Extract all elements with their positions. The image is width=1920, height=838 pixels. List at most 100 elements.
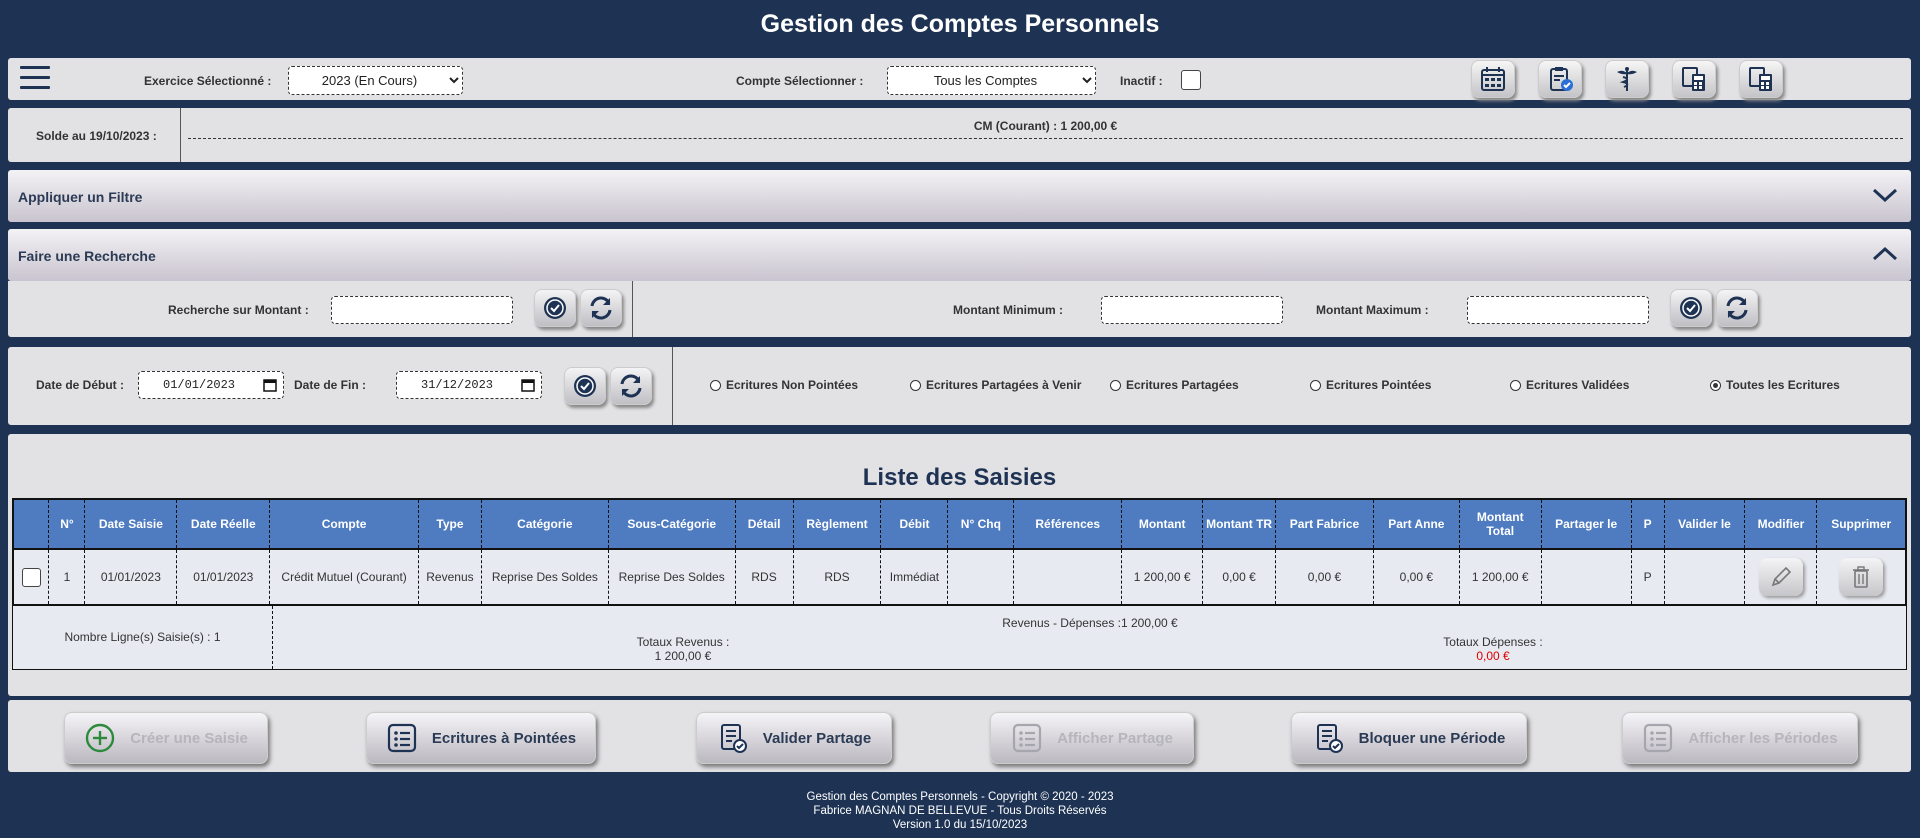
montant-max-input[interactable] xyxy=(1467,296,1649,324)
calendar-icon xyxy=(263,379,277,392)
date-end-value: 31/12/2023 xyxy=(421,378,494,392)
calendar-icon xyxy=(521,379,535,392)
entries-to-check-button[interactable]: Ecritures à Pointées xyxy=(366,712,596,764)
filter-accordion-title: Appliquer un Filtre xyxy=(18,189,143,205)
column-header: Catégorie xyxy=(480,498,609,550)
summary-balance: Revenus - Dépenses :1 200,00 € xyxy=(1002,616,1178,630)
exercice-select[interactable]: 2023 (En Cours) xyxy=(288,66,463,95)
calculator-docs-alt-button[interactable] xyxy=(1739,60,1783,98)
cell-p: P xyxy=(1630,549,1665,606)
radio-toutes[interactable]: Toutes les Ecritures xyxy=(1710,378,1840,392)
date-end-input[interactable]: 31/12/2023 xyxy=(396,371,542,399)
delete-button[interactable] xyxy=(1839,558,1884,596)
row-select-checkbox[interactable] xyxy=(21,567,41,587)
cell-valider-le xyxy=(1663,549,1745,606)
hamburger-menu-icon[interactable] xyxy=(20,66,50,90)
check-circle-icon xyxy=(1680,297,1702,319)
column-header: Partager le xyxy=(1540,498,1632,550)
radio-label: Ecritures Partagées à Venir xyxy=(926,378,1082,392)
column-header: Montant TR xyxy=(1202,498,1276,550)
refresh-icon xyxy=(1726,296,1748,320)
montant-search-input[interactable] xyxy=(331,296,513,324)
cell-type: Revenus xyxy=(417,549,482,606)
show-periods-button[interactable]: Afficher les Périodes xyxy=(1622,712,1858,764)
caduceus-button[interactable] xyxy=(1605,60,1649,98)
filter-accordion[interactable]: Appliquer un Filtre xyxy=(8,170,1911,222)
clipboard-check-button[interactable] xyxy=(1538,60,1582,98)
column-header: Part Fabrice xyxy=(1275,498,1374,550)
inactif-checkbox[interactable] xyxy=(1181,70,1201,90)
calendar-grid-icon xyxy=(1481,67,1505,91)
montant-search-apply-button[interactable] xyxy=(534,289,576,327)
block-period-button[interactable]: Bloquer une Période xyxy=(1291,712,1527,764)
date-apply-button[interactable] xyxy=(564,367,606,405)
column-header: Modifier xyxy=(1744,498,1817,550)
radio-label: Ecritures Pointées xyxy=(1326,378,1432,392)
cell-montant: 1 200,00 € xyxy=(1121,549,1203,606)
cell-categorie: Reprise Des Soldes xyxy=(480,549,609,606)
compte-select[interactable]: Tous les Comptes xyxy=(887,66,1096,95)
montant-range-apply-button[interactable] xyxy=(1670,289,1712,327)
exercice-label: Exercice Sélectionné : xyxy=(144,74,272,88)
date-divider xyxy=(672,347,673,425)
radio-pointees[interactable]: Ecritures Pointées xyxy=(1310,378,1431,392)
calendar-grid-button[interactable] xyxy=(1471,60,1515,98)
cell-date-reelle: 01/01/2023 xyxy=(176,549,270,606)
cell-part-fabrice: 0,00 € xyxy=(1275,549,1374,606)
column-header xyxy=(12,498,49,550)
montant-range-reset-button[interactable] xyxy=(1716,289,1758,327)
radio-label: Ecritures Validées xyxy=(1526,378,1630,392)
calculator-docs-button[interactable] xyxy=(1672,60,1716,98)
cell-partager-le xyxy=(1540,549,1632,606)
actions-panel: Créer une Saisie Ecritures à Pointées Va… xyxy=(8,700,1911,772)
create-entry-label: Créer une Saisie xyxy=(130,729,248,747)
summary-depenses-label: Totaux Dépenses : xyxy=(1443,635,1543,649)
search-body: Recherche sur Montant : Montant Minimum … xyxy=(8,281,1911,337)
date-reset-button[interactable] xyxy=(610,367,652,405)
show-share-button[interactable]: Afficher Partage xyxy=(990,712,1194,764)
cell-numero-cheque xyxy=(947,549,1014,606)
list-icon xyxy=(387,723,416,753)
radio-partagees[interactable]: Ecritures Partagées xyxy=(1110,378,1239,392)
cell-date-saisie: 01/01/2023 xyxy=(84,549,177,606)
radio-validees[interactable]: Ecritures Validées xyxy=(1510,378,1629,392)
chevron-down-icon[interactable] xyxy=(1871,184,1899,206)
check-circle-icon xyxy=(574,375,596,397)
column-header: Débit xyxy=(880,498,948,550)
column-header: Références xyxy=(1013,498,1122,550)
table-row[interactable]: 1 01/01/2023 01/01/2023 Crédit Mutuel (C… xyxy=(12,549,1908,606)
column-header: Supprimer xyxy=(1816,498,1908,550)
cell-debit: Immédiat xyxy=(880,549,948,606)
column-header: Date Réelle xyxy=(176,498,270,550)
date-end-label: Date de Fin : xyxy=(294,378,367,392)
clipboard-check-icon xyxy=(1550,67,1573,91)
edit-button[interactable] xyxy=(1758,558,1803,596)
cell-compte: Crédit Mutuel (Courant) xyxy=(269,549,419,606)
compte-label: Compte Sélectionner : xyxy=(736,74,864,88)
list-icon xyxy=(1644,723,1673,753)
column-header: Part Anne xyxy=(1372,498,1460,550)
column-header: Règlement xyxy=(792,498,881,550)
radio-non-pointees[interactable]: Ecritures Non Pointées xyxy=(710,378,858,392)
cell-part-anne: 0,00 € xyxy=(1372,549,1460,606)
date-start-label: Date de Début : xyxy=(36,378,125,392)
column-header: Sous-Catégorie xyxy=(607,498,736,550)
search-accordion[interactable]: Faire une Recherche xyxy=(8,229,1911,281)
create-entry-button[interactable]: Créer une Saisie xyxy=(64,712,268,764)
montant-min-input[interactable] xyxy=(1101,296,1283,324)
radio-label: Toutes les Ecritures xyxy=(1726,378,1840,392)
row-select-cell[interactable] xyxy=(12,549,49,606)
entries-to-check-label: Ecritures à Pointées xyxy=(431,729,577,747)
cell-reglement: RDS xyxy=(792,549,881,606)
date-filter-panel: Date de Début : 01/01/2023 Date de Fin :… xyxy=(8,347,1911,425)
inactif-label: Inactif : xyxy=(1120,74,1163,88)
radio-partagees-a-venir[interactable]: Ecritures Partagées à Venir xyxy=(910,378,1081,392)
date-start-input[interactable]: 01/01/2023 xyxy=(138,371,284,399)
footer: Gestion des Comptes Personnels - Copyrig… xyxy=(0,790,1920,832)
validate-share-button[interactable]: Valider Partage xyxy=(696,712,892,764)
chevron-up-icon[interactable] xyxy=(1871,243,1899,265)
cell-montant-total: 1 200,00 € xyxy=(1458,549,1542,606)
date-start-value: 01/01/2023 xyxy=(163,378,236,392)
montant-search-label: Recherche sur Montant : xyxy=(168,303,309,317)
montant-search-reset-button[interactable] xyxy=(580,289,622,327)
